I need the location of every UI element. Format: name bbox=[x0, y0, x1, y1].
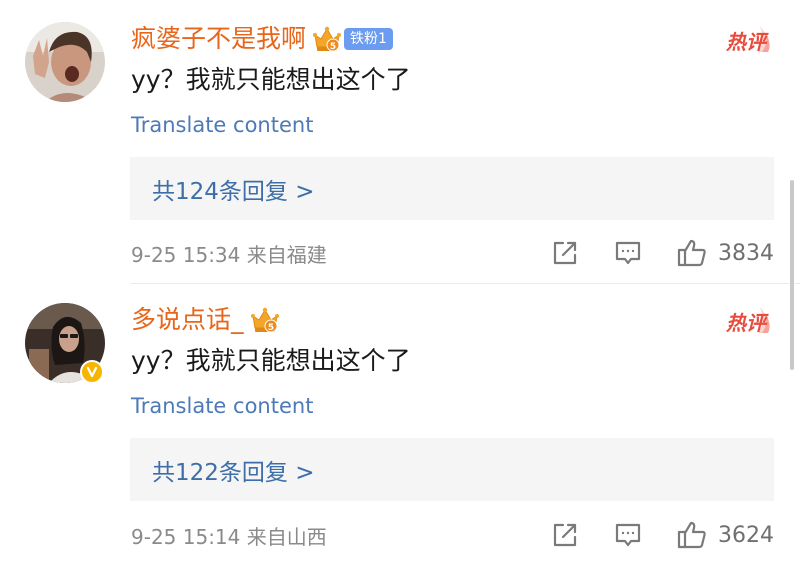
comment-icon bbox=[615, 241, 641, 265]
username-row: 多说点话_ 5 bbox=[131, 303, 280, 337]
comment-meta: 9-25 15:34 来自福建 bbox=[131, 238, 327, 268]
svg-text:5: 5 bbox=[267, 323, 273, 333]
username-row: 疯婆子不是我啊 5 铁粉1 bbox=[131, 22, 393, 56]
hot-comment-label: 热评 bbox=[726, 30, 766, 54]
svg-text:5: 5 bbox=[330, 42, 336, 52]
share-icon bbox=[553, 241, 577, 265]
crown-icon: 5 bbox=[250, 307, 279, 333]
comment-button[interactable] bbox=[613, 517, 643, 553]
comment-item: 疯婆子不是我啊 5 铁粉1 热评 yy？我就只能想出这个了 Translate … bbox=[0, 0, 800, 283]
like-count: 3624 bbox=[718, 522, 774, 548]
replies-label: 共122条回复 > bbox=[152, 459, 315, 486]
scrollbar[interactable] bbox=[790, 180, 794, 370]
timestamp-location: 9-25 15:14 来自山西 bbox=[131, 524, 327, 549]
comment-text: yy？我就只能想出这个了 bbox=[131, 65, 411, 94]
share-icon bbox=[553, 523, 577, 547]
thumbs-up-icon bbox=[677, 521, 706, 549]
share-button[interactable] bbox=[550, 235, 580, 271]
like-count: 3834 bbox=[718, 240, 774, 266]
comment-button[interactable] bbox=[613, 235, 643, 271]
like-button[interactable]: 3624 bbox=[676, 517, 774, 553]
thumbs-up-icon bbox=[677, 239, 706, 267]
username[interactable]: 疯婆子不是我啊 bbox=[131, 22, 306, 56]
translate-link[interactable]: Translate content bbox=[131, 111, 313, 139]
comment-text: yy？我就只能想出这个了 bbox=[131, 346, 411, 375]
comment-item: 多说点话_ 5 热评 yy？我就只能想出这个了 Translate conten… bbox=[0, 284, 800, 564]
username[interactable]: 多说点话_ bbox=[131, 303, 244, 337]
like-button[interactable]: 3834 bbox=[676, 235, 774, 271]
replies-button[interactable]: 共124条回复 > bbox=[130, 157, 774, 220]
share-button[interactable] bbox=[550, 517, 580, 553]
fan-badge: 铁粉1 bbox=[344, 28, 393, 50]
hot-comment-label: 热评 bbox=[726, 311, 766, 335]
hot-comment-tag: 热评 bbox=[726, 22, 772, 54]
crown-icon: 5 bbox=[313, 26, 342, 52]
timestamp-location: 9-25 15:34 来自福建 bbox=[131, 242, 327, 267]
verified-icon bbox=[80, 360, 104, 384]
hot-comment-tag: 热评 bbox=[726, 303, 772, 335]
translate-link[interactable]: Translate content bbox=[131, 392, 313, 420]
avatar[interactable] bbox=[25, 22, 105, 102]
replies-button[interactable]: 共122条回复 > bbox=[130, 438, 774, 501]
replies-label: 共124条回复 > bbox=[152, 178, 315, 205]
comment-meta: 9-25 15:14 来自山西 bbox=[131, 520, 327, 550]
comment-icon bbox=[615, 523, 641, 547]
